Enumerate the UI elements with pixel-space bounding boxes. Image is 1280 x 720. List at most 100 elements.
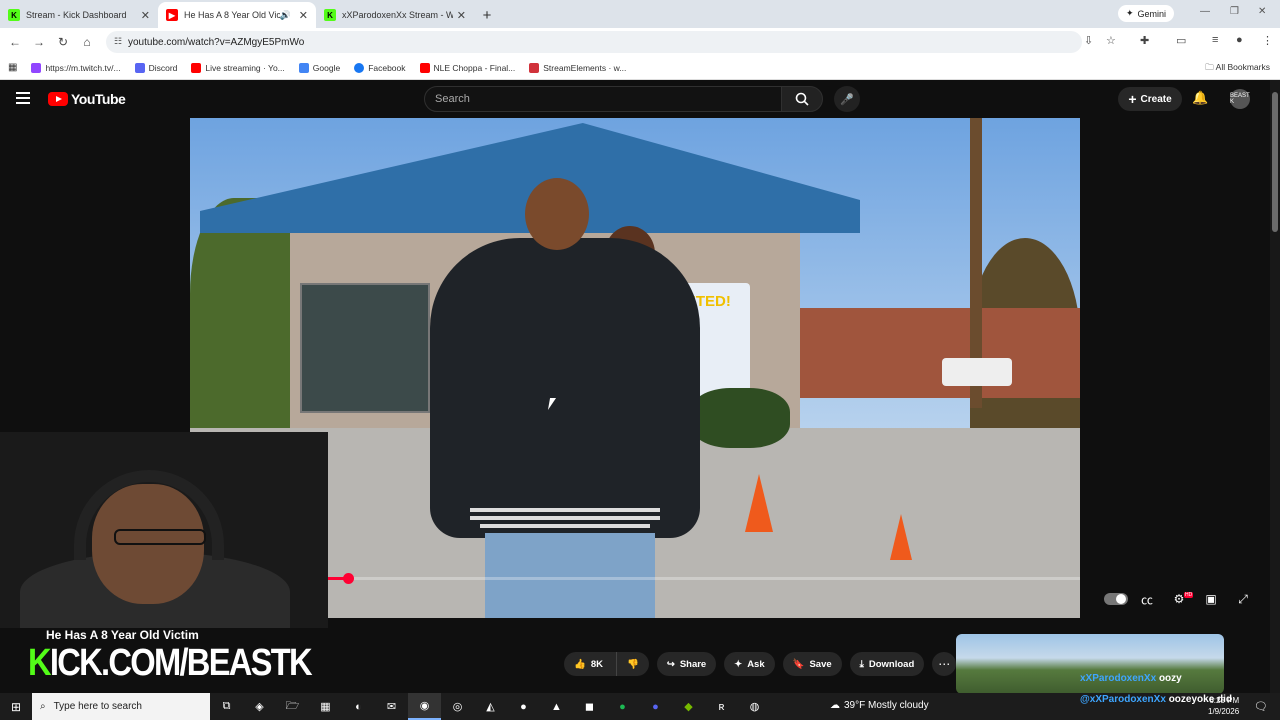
- app-icon[interactable]: ◭: [474, 693, 507, 720]
- search-button[interactable]: [781, 86, 823, 112]
- fullscreen-icon[interactable]: ⤢: [1232, 590, 1254, 608]
- autoplay-toggle[interactable]: [1104, 593, 1128, 605]
- avatar[interactable]: BEAST K: [1230, 89, 1250, 109]
- new-tab-button[interactable]: +: [474, 2, 500, 28]
- bookmark-star-icon[interactable]: ☆: [1106, 34, 1116, 47]
- tab-title: Stream - Kick Dashboard: [26, 10, 127, 20]
- folder-icon: 🗀: [1205, 62, 1216, 72]
- back-icon[interactable]: ←: [3, 35, 27, 49]
- tab-kick-stream[interactable]: K xXParodoxenXx Stream - Watch ✕: [316, 2, 474, 28]
- home-icon[interactable]: ⌂: [75, 35, 99, 49]
- like-button[interactable]: 👍 8K: [564, 652, 616, 676]
- save-button[interactable]: 🔖 Save: [782, 652, 842, 676]
- close-tab-icon[interactable]: ✕: [299, 9, 308, 22]
- app-icon[interactable]: ◍: [738, 693, 771, 720]
- spotify-icon[interactable]: ●: [606, 693, 639, 720]
- share-button[interactable]: ↪ Share: [656, 652, 717, 676]
- app-icon[interactable]: ▲: [540, 693, 573, 720]
- youtube-logo[interactable]: YouTube: [48, 91, 126, 107]
- download-button[interactable]: ⤓ Download: [849, 652, 925, 676]
- kick-url-overlay: KICK.COM/BEASTK: [28, 642, 313, 685]
- search-icon: ⌕: [40, 701, 46, 712]
- apps-icon[interactable]: ▦: [8, 62, 17, 73]
- search-input[interactable]: Search: [424, 86, 782, 112]
- restore-icon[interactable]: ❐: [1230, 6, 1239, 17]
- copilot-icon[interactable]: ◈: [243, 693, 276, 720]
- store-icon[interactable]: ▦: [309, 693, 342, 720]
- search-placeholder: Search: [435, 93, 470, 105]
- notifications-bell-icon[interactable]: 🔔: [1192, 90, 1208, 106]
- app-icon[interactable]: ʀ: [705, 693, 738, 720]
- forward-icon[interactable]: →: [27, 35, 51, 49]
- outlook-icon[interactable]: ✉: [375, 693, 408, 720]
- close-tab-icon[interactable]: ✕: [457, 9, 466, 22]
- chat-username: xXParodoxenXx: [1080, 673, 1157, 684]
- video-scene-hedge: [690, 388, 790, 448]
- chrome-icon[interactable]: ◉: [408, 693, 441, 720]
- dislike-button[interactable]: 👎: [616, 652, 649, 676]
- extensions-icon[interactable]: ✚: [1140, 34, 1149, 47]
- profile-icon[interactable]: ●: [1236, 34, 1243, 46]
- bookmark-discord[interactable]: Discord: [134, 62, 178, 73]
- thumbs-up-icon: 👍: [574, 658, 586, 670]
- steam-icon[interactable]: ◎: [441, 693, 474, 720]
- all-bookmarks-button[interactable]: 🗀 All Bookmarks: [1205, 62, 1270, 76]
- more-actions-button[interactable]: ⋯: [932, 652, 957, 676]
- bookmark-label: Google: [312, 62, 341, 73]
- discord-icon[interactable]: ●: [639, 693, 672, 720]
- bookmark-label: https://m.twitch.tv/...: [45, 62, 121, 73]
- address-bar[interactable]: ☷ youtube.com/watch?v=AZMgyE5PmWo: [106, 31, 1082, 53]
- menu-icon[interactable]: ⋮: [1262, 34, 1273, 47]
- close-tab-icon[interactable]: ✕: [141, 9, 150, 22]
- tab-kick-dashboard[interactable]: K Stream - Kick Dashboard ✕: [0, 2, 158, 28]
- cloud-icon: ☁: [830, 700, 840, 711]
- captions-icon[interactable]: ㏄: [1136, 590, 1158, 608]
- voice-search-button[interactable]: 🎤: [834, 86, 860, 112]
- bookmark-nle-choppa[interactable]: NLE Choppa - Final...: [419, 62, 515, 73]
- sparkle-icon: ✦: [1125, 8, 1134, 18]
- scrubber-handle[interactable]: [342, 573, 354, 584]
- notifications-icon[interactable]: 🗨: [1254, 700, 1268, 713]
- bookmark-label: Discord: [148, 62, 178, 73]
- file-explorer-icon[interactable]: 🗁: [276, 693, 309, 720]
- bookmark-live-streaming[interactable]: Live streaming · Yo...: [191, 62, 285, 73]
- like-count: 8K: [590, 658, 603, 670]
- bookmark-twitch[interactable]: https://m.twitch.tv/...: [31, 62, 121, 73]
- bookmark-facebook[interactable]: Facebook: [354, 62, 406, 73]
- bookmark-streamelements[interactable]: StreamElements · w...: [529, 62, 626, 73]
- hamburger-menu-icon[interactable]: [16, 92, 30, 104]
- edge-icon[interactable]: ◐: [342, 693, 375, 720]
- tab-youtube-video[interactable]: ▶ He Has A 8 Year Old Victim 🔊 ✕: [158, 2, 316, 28]
- nvidia-icon[interactable]: ◆: [672, 693, 705, 720]
- taskbar-search-input[interactable]: ⌕ Type here to search: [32, 693, 210, 720]
- webcam-glasses: [114, 529, 206, 545]
- sidepanel-icon[interactable]: ▭: [1176, 34, 1186, 47]
- task-view-icon[interactable]: ⧉: [210, 693, 243, 720]
- reload-icon[interactable]: ↻: [51, 35, 75, 49]
- taskbar-search-placeholder: Type here to search: [53, 701, 142, 712]
- google-icon: [298, 62, 309, 73]
- obs-icon[interactable]: ●: [507, 693, 540, 720]
- media-icon[interactable]: ≡: [1212, 34, 1218, 46]
- install-icon[interactable]: ⇩: [1084, 34, 1093, 47]
- gemini-button[interactable]: ✦ Gemini: [1117, 5, 1174, 22]
- search-icon: [795, 92, 809, 106]
- traffic-cone: [745, 474, 773, 532]
- speaker-icon[interactable]: 🔊: [280, 10, 291, 21]
- bookmark-google[interactable]: Google: [298, 62, 341, 73]
- gemini-label: Gemini: [1137, 8, 1166, 19]
- app-icon[interactable]: ◼: [573, 693, 606, 720]
- close-window-icon[interactable]: ✕: [1258, 6, 1266, 17]
- miniplayer-icon[interactable]: ▣: [1200, 590, 1222, 608]
- scrollbar-thumb[interactable]: [1272, 92, 1278, 232]
- kick-icon: K: [8, 9, 20, 21]
- ask-button[interactable]: ✦ Ask: [724, 652, 775, 676]
- facebook-icon: [354, 62, 365, 73]
- windows-start-icon[interactable]: ⊞: [0, 700, 32, 714]
- minimize-icon[interactable]: —: [1200, 6, 1210, 17]
- taskbar-weather[interactable]: ☁ 39°F Mostly cloudy: [830, 700, 929, 711]
- microphone-icon: 🎤: [840, 93, 854, 106]
- create-button[interactable]: + Create: [1118, 87, 1182, 111]
- site-info-icon[interactable]: ☷: [114, 36, 122, 47]
- recommended-video-thumbnail[interactable]: [956, 634, 1224, 694]
